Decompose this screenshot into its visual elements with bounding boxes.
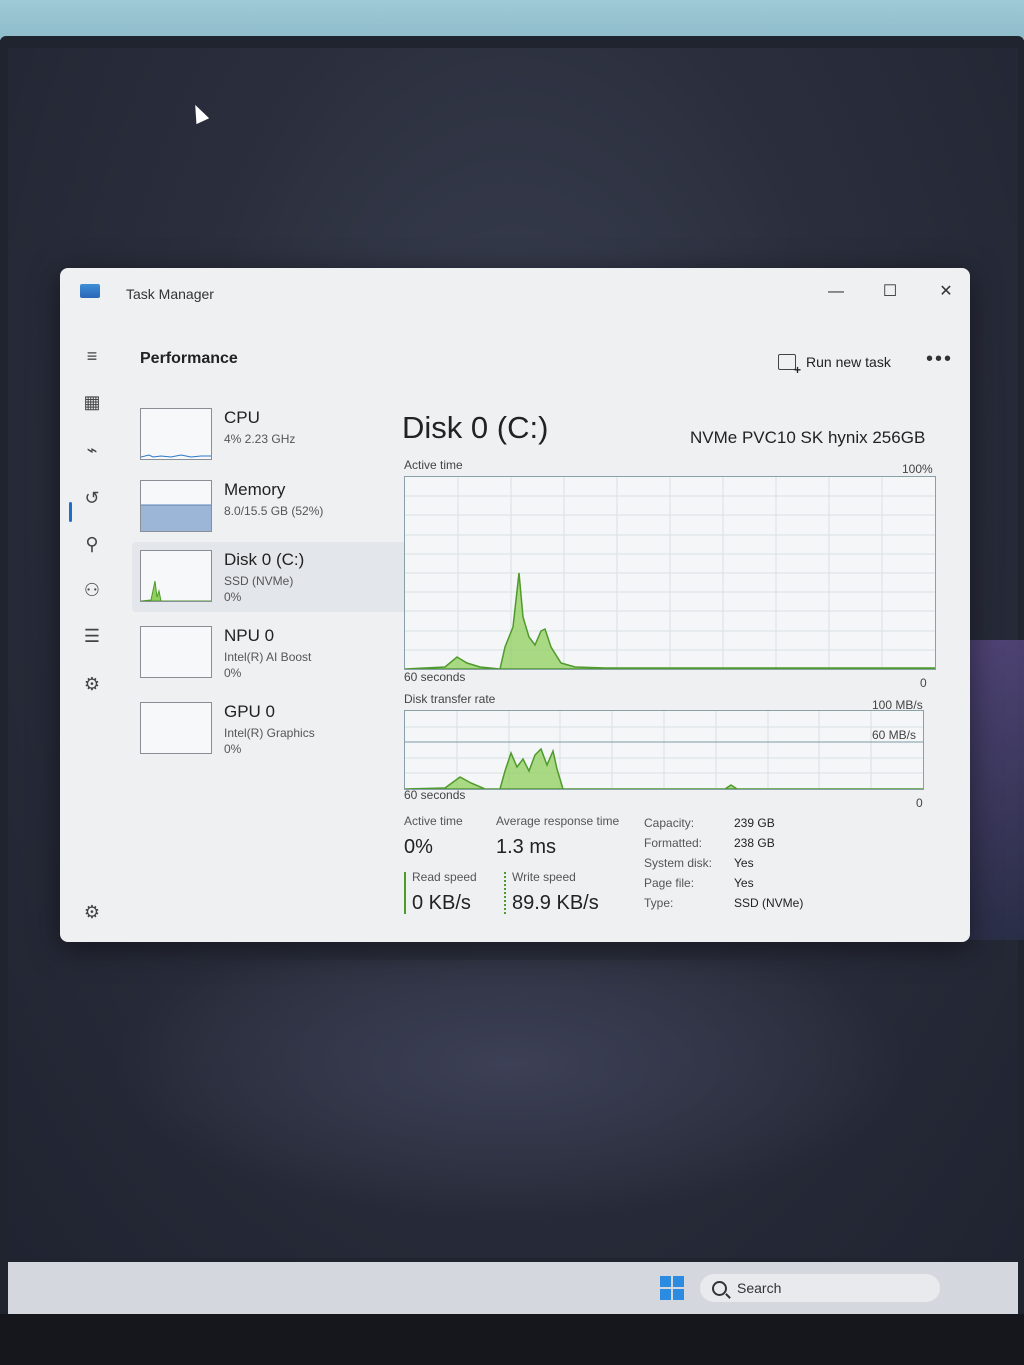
details-icon[interactable]: ☰ <box>80 624 104 648</box>
active-time-stat-label: Active time <box>404 814 463 828</box>
hamburger-menu-icon[interactable]: ≡ <box>80 344 104 368</box>
title-bar: Task Manager — ☐ ✕ <box>60 268 970 320</box>
app-history-icon[interactable]: ↺ <box>80 486 104 510</box>
task-manager-icon <box>80 284 100 298</box>
close-button[interactable]: ✕ <box>928 278 964 306</box>
device-item-memory[interactable]: Memory 8.0/15.5 GB (52%) <box>132 472 432 542</box>
minimize-button[interactable]: — <box>818 278 854 306</box>
run-new-task-button[interactable]: Run new task <box>778 354 891 377</box>
active-time-chart-label: Active time <box>404 458 463 472</box>
read-speed-label: Read speed <box>412 870 477 884</box>
task-manager-window: Task Manager — ☐ ✕ ≡ ▦ ⌁ ↺ ⚲ ⚇ ☰ ⚙ ⚙ Per… <box>60 268 970 942</box>
read-speed-legend-line <box>404 872 406 914</box>
background-wall <box>0 0 1024 40</box>
transfer-rate-duration-label: 60 seconds <box>404 788 466 802</box>
avg-response-stat-value: 1.3 ms <box>496 836 557 858</box>
services-icon[interactable]: ⚙ <box>80 672 104 696</box>
run-new-task-label: Run new task <box>806 354 891 370</box>
system-disk-value: Yes <box>734 856 754 870</box>
write-speed-value: 89.9 KB/s <box>512 892 599 914</box>
active-nav-indicator <box>69 502 72 522</box>
device-item-npu-0[interactable]: NPU 0 Intel(R) AI Boost 0% <box>132 618 432 688</box>
gpu-thumbnail-graph <box>140 702 212 754</box>
type-value: SSD (NVMe) <box>734 896 804 910</box>
device-name: Disk 0 (C:) <box>224 550 305 569</box>
capacity-label: Capacity: <box>644 816 695 830</box>
processes-icon[interactable]: ▦ <box>80 390 104 414</box>
performance-icon[interactable]: ⌁ <box>80 438 104 462</box>
page-file-label: Page file: <box>644 876 695 890</box>
device-item-disk-0[interactable]: Disk 0 (C:) SSD (NVMe) 0% <box>132 542 432 612</box>
page-title: Performance <box>140 350 238 367</box>
device-detail: Intel(R) Graphics <box>224 726 315 740</box>
active-time-min-label: 0 <box>920 676 927 690</box>
disk-model: NVMe PVC10 SK hynix 256GB <box>690 428 926 447</box>
search-icon <box>712 1280 727 1296</box>
device-name: Memory <box>224 480 286 499</box>
device-item-gpu-0[interactable]: GPU 0 Intel(R) Graphics 0% <box>132 694 432 764</box>
device-name: NPU 0 <box>224 626 275 645</box>
startup-apps-icon[interactable]: ⚲ <box>80 532 104 556</box>
disk-thumbnail-graph <box>140 550 212 602</box>
page-file-value: Yes <box>734 876 754 890</box>
npu-thumbnail-graph <box>140 626 212 678</box>
formatted-value: 238 GB <box>734 836 775 850</box>
type-label: Type: <box>644 896 674 910</box>
window-title: Task Manager <box>126 286 214 302</box>
device-detail: 8.0/15.5 GB (52%) <box>224 504 324 518</box>
screen-reflection <box>110 960 910 1220</box>
disk-title: Disk 0 (C:) <box>402 410 549 445</box>
transfer-rate-mid-label: 60 MB/s <box>872 728 917 742</box>
device-usage: 0% <box>224 666 242 680</box>
transfer-rate-min-label: 0 <box>916 796 923 810</box>
settings-icon[interactable]: ⚙ <box>80 900 104 924</box>
device-detail: Intel(R) AI Boost <box>224 650 312 664</box>
write-speed-legend-line <box>504 872 506 914</box>
cpu-thumbnail-graph <box>140 408 212 460</box>
active-time-stat-value: 0% <box>404 836 433 858</box>
memory-thumbnail-graph <box>140 480 212 532</box>
write-speed-label: Write speed <box>512 870 576 884</box>
read-speed-value: 0 KB/s <box>412 892 471 914</box>
transfer-rate-chart <box>404 710 924 790</box>
monitor-bottom-bezel <box>0 1314 1024 1365</box>
device-usage: 0% <box>224 590 242 604</box>
more-options-button[interactable]: ••• <box>926 348 953 371</box>
active-time-max-label: 100% <box>902 462 933 476</box>
device-name: GPU 0 <box>224 702 276 721</box>
capacity-value: 239 GB <box>734 816 775 830</box>
device-detail: SSD (NVMe) <box>224 574 294 588</box>
device-name: CPU <box>224 408 260 427</box>
avg-response-stat-label: Average response time <box>496 814 620 828</box>
search-label: Search <box>737 1280 782 1296</box>
active-time-duration-label: 60 seconds <box>404 670 466 684</box>
start-button-icon[interactable] <box>660 1276 684 1300</box>
maximize-button[interactable]: ☐ <box>872 278 908 306</box>
device-item-cpu[interactable]: CPU 4% 2.23 GHz <box>132 400 432 470</box>
transfer-rate-chart-label: Disk transfer rate <box>404 692 496 706</box>
device-detail: 4% 2.23 GHz <box>224 432 296 446</box>
active-time-chart <box>404 476 936 670</box>
nav-rail: ≡ ▦ ⌁ ↺ ⚲ ⚇ ☰ ⚙ ⚙ <box>60 330 124 930</box>
formatted-label: Formatted: <box>644 836 703 850</box>
device-usage: 0% <box>224 742 242 756</box>
system-disk-label: System disk: <box>644 856 713 870</box>
taskbar-search[interactable]: Search <box>700 1274 940 1302</box>
users-icon[interactable]: ⚇ <box>80 578 104 602</box>
run-task-icon <box>778 354 801 377</box>
